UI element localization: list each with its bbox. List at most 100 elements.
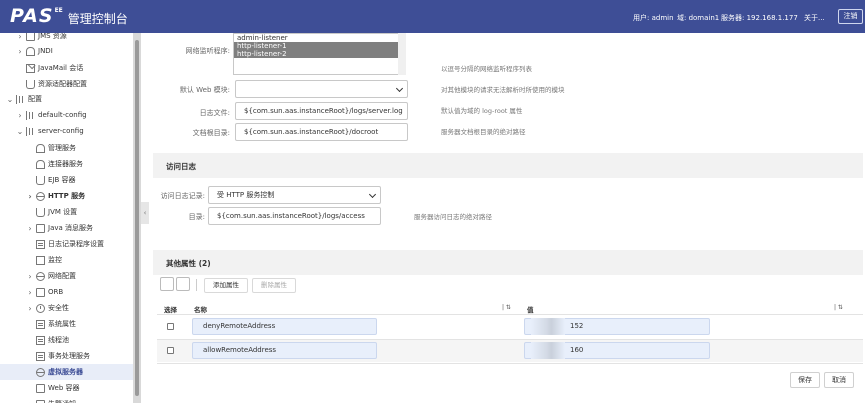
chevron-right-icon[interactable]: › (26, 304, 34, 313)
chevron-down-icon[interactable]: ⌄ (6, 95, 14, 104)
property-name-input[interactable]: allowRemoteAddress (192, 342, 377, 359)
sort-icon[interactable]: | ⇅ (834, 304, 843, 311)
sidebar-item-label: 日志记录程序设置 (48, 240, 104, 248)
sidebar-item[interactable]: › ORB (0, 284, 133, 300)
chevron-right-icon[interactable]: › (16, 111, 24, 120)
clock-icon (36, 303, 45, 313)
access-log-record-label: 访问日志记录: (160, 192, 205, 200)
log-file-hint: 默认值为域的 log-root 属性 (441, 107, 523, 115)
sidebar-item-label: 告警通知 (48, 399, 76, 403)
top-header: PAS EE 管理控制台 用户: admin 域: domain1 服务器: 1… (0, 0, 865, 33)
toolbar-divider (196, 279, 197, 291)
sidebar-item[interactable]: 资源适配器配置 (0, 76, 133, 92)
delete-property-button[interactable]: 删除属性 (252, 278, 296, 293)
sidebar-item-label: 监控 (48, 256, 62, 264)
web-module-label: 默认 Web 模块: (179, 86, 230, 94)
log-file-input[interactable]: ${com.sun.aas.instanceRoot}/logs/server.… (235, 102, 408, 120)
row-divider (157, 363, 863, 364)
chevron-right-icon[interactable]: › (26, 400, 34, 403)
app-title: 管理控制台 (67, 12, 128, 26)
listeners-scrollbar[interactable] (398, 33, 406, 75)
docroot-input[interactable]: ${com.sun.aas.instanceRoot}/docroot (235, 123, 408, 141)
sidebar-item-label: server-config (38, 127, 84, 135)
sidebar-item[interactable]: 虚拟服务器 (0, 364, 133, 380)
folder-icon (26, 33, 35, 41)
logo-mark: PAS (10, 5, 54, 27)
globe-icon (36, 191, 45, 201)
chevron-down-icon[interactable]: ⌄ (16, 127, 24, 136)
save-button[interactable]: 保存 (790, 372, 820, 388)
column-header-select: 选择 (164, 306, 177, 314)
access-log-record-select[interactable]: 受 HTTP 服务控制 (208, 186, 381, 204)
listener-option[interactable]: http-listener-2 (234, 50, 405, 58)
select-all-checkbox[interactable] (160, 277, 174, 291)
sidebar-item-label: 事务处理服务 (48, 352, 90, 360)
chevron-right-icon[interactable]: › (16, 47, 24, 56)
sidebar-item-label: 安全性 (48, 304, 69, 312)
column-header-value[interactable]: 值 (527, 304, 534, 314)
sidebar-item-label: 管理服务 (48, 144, 76, 152)
column-header-name[interactable]: 名称 (194, 304, 207, 314)
sidebar-item-label: JavaMail 会话 (38, 64, 84, 72)
cancel-button[interactable]: 取消 (824, 372, 854, 388)
sidebar-item[interactable]: › Java 消息服务 (0, 220, 133, 236)
sidebar-scroll-thumb[interactable] (135, 40, 139, 396)
sidebar-item[interactable]: 监控 (0, 252, 133, 268)
sidebar-item[interactable]: › 网络配置 (0, 268, 133, 284)
sidebar-item[interactable]: 事务处理服务 (0, 348, 133, 364)
sidebar-item-label: 系统属性 (48, 320, 76, 328)
row-select-checkbox[interactable] (167, 323, 174, 330)
logo-edition: EE (54, 7, 63, 14)
listener-option[interactable]: http-listener-1 (234, 42, 405, 50)
sidebar-item[interactable]: EJB 容器 (0, 172, 133, 188)
access-log-dir-hint: 服务器访问日志的绝对路径 (414, 213, 492, 221)
sidebar-item[interactable]: 系统属性 (0, 316, 133, 332)
cup-icon (36, 207, 45, 217)
chevron-right-icon[interactable]: › (26, 272, 34, 281)
sidebar-item[interactable]: 线程池 (0, 332, 133, 348)
listener-option[interactable]: admin-listener (234, 34, 405, 42)
folder-icon (36, 287, 45, 297)
header-server: 服务器: 192.168.1.177 (721, 14, 798, 22)
sidebar-item[interactable]: 连接器服务 (0, 156, 133, 172)
sidebar-item[interactable]: 管理服务 (0, 140, 133, 156)
add-property-button[interactable]: 添加属性 (204, 278, 248, 293)
sidebar-item[interactable]: › 安全性 (0, 300, 133, 316)
sidebar-item-label: JVM 设置 (48, 208, 78, 216)
sidebar-item-label: 线程池 (48, 336, 69, 344)
check-icon (36, 255, 45, 265)
sidebar-item[interactable]: JVM 设置 (0, 204, 133, 220)
globe-icon (36, 271, 45, 281)
chevron-right-icon[interactable]: › (26, 224, 34, 233)
chevron-right-icon[interactable]: › (16, 33, 24, 41)
web-module-select[interactable] (235, 80, 408, 98)
sidebar-item[interactable]: ⌄ 配置 (0, 91, 133, 107)
sidebar-item[interactable]: 日志记录程序设置 (0, 236, 133, 252)
property-name-input[interactable]: denyRemoteAddress (192, 318, 377, 335)
listeners-listbox[interactable]: admin-listener http-listener-1 http-list… (233, 33, 406, 75)
chevron-right-icon[interactable]: › (26, 288, 34, 297)
doc-icon (36, 351, 45, 361)
cup-icon (26, 79, 35, 89)
app-logo: PAS EE 管理控制台 (10, 6, 128, 27)
row-select-checkbox[interactable] (167, 347, 174, 354)
logout-button[interactable]: 注销 (838, 9, 863, 24)
docroot-hint: 服务器文档根目录的绝对路径 (441, 128, 526, 136)
sort-icon[interactable]: | ⇅ (502, 304, 511, 311)
sidebar-item[interactable]: › HTTP 服务 (0, 188, 133, 204)
chevron-right-icon[interactable]: › (26, 192, 34, 201)
sidebar-item[interactable]: Web 容器 (0, 380, 133, 396)
about-link[interactable]: 关于... (804, 13, 825, 23)
collapse-sidebar-handle[interactable]: ‹ (141, 202, 149, 224)
nav-tree: › JMS 资源 › JNDI JavaMail 会话 资源适配器配置 ⌄ 配置 › defaul… (0, 33, 141, 403)
redacted-value-mask (531, 318, 565, 335)
sidebar-item[interactable]: › 告警通知 (0, 396, 133, 403)
sidebar-item[interactable]: ⌄ server-config (0, 123, 133, 139)
access-log-section-header: 访问日志 (153, 153, 863, 178)
sidebar-item[interactable]: › default-config (0, 107, 133, 123)
sidebar-item[interactable]: › JNDI (0, 43, 133, 59)
deselect-all-checkbox[interactable] (176, 277, 190, 291)
sidebar-item[interactable]: JavaMail 会话 (0, 60, 133, 76)
header-user: 用户: admin (633, 14, 674, 22)
access-log-dir-input[interactable]: ${com.sun.aas.instanceRoot}/logs/access (208, 207, 381, 225)
